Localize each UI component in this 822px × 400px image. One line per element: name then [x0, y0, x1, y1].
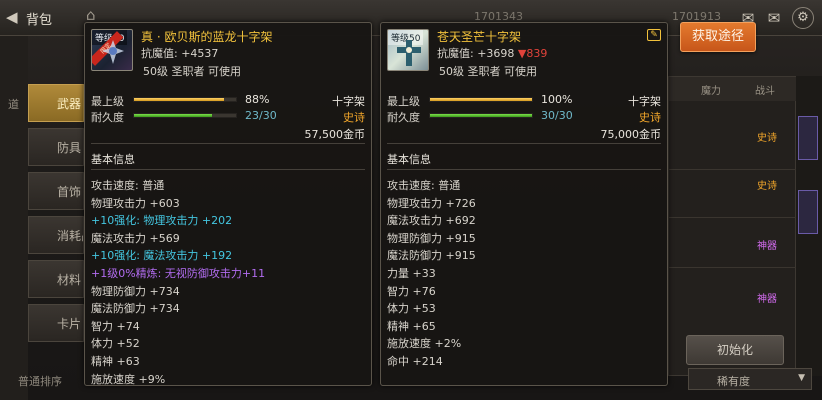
top-level-value: 88% — [245, 93, 270, 106]
resist-diff: ▼839 — [517, 47, 548, 60]
list-header: 魔力 战斗 — [669, 77, 797, 101]
stat-line: 精神 +63 — [91, 355, 140, 368]
stat-line: +10强化: 物理攻击力 +202 — [91, 214, 233, 228]
stat-line: 智力 +76 — [387, 284, 436, 298]
stat-line: 智力 +74 — [91, 319, 140, 333]
mail-icon[interactable]: ✉ — [764, 9, 784, 27]
item-name: 真 · 欧贝斯的蓝龙十字架 — [141, 30, 273, 44]
equipped-item-tooltip: 等级30 限定 真 · 欧贝斯的蓝龙十字架 抗魔值: +4537 50级 圣职者… — [84, 22, 372, 386]
tab-armor[interactable]: 防具 — [28, 128, 84, 166]
dragon-cross-icon: 等级30 限定 — [91, 29, 133, 71]
durability-bar — [429, 113, 533, 118]
stat-line: 攻击速度: 普通 — [387, 179, 461, 192]
edit-icon[interactable]: ✎ — [647, 29, 661, 41]
stat-line: 施放速度 +2% — [387, 337, 462, 351]
top-level-label: 最上级 — [387, 95, 420, 108]
list-row-grade: 史诗 — [757, 133, 777, 144]
list-header-magic: 魔力 — [701, 86, 721, 97]
divider — [91, 143, 365, 144]
heavenly-cross-icon: 等级50 — [387, 29, 429, 71]
top-level-bar-fill — [430, 98, 532, 101]
stat-line: 力量 +33 — [387, 267, 436, 280]
chevron-down-icon: ▼ — [798, 373, 805, 383]
section-title: 基本信息 — [91, 153, 135, 166]
item-price: 57,500金币 — [304, 128, 366, 141]
item-requirement: 50级 圣职者 可使用 — [439, 65, 537, 78]
rarity-select[interactable]: 稀有度 ▼ — [688, 368, 812, 390]
list-divider — [669, 169, 797, 170]
top-level-label: 最上级 — [91, 95, 124, 108]
acquire-source-button[interactable]: 获取途径 — [680, 22, 756, 52]
tab-card[interactable]: 卡片 — [28, 304, 84, 342]
item-price: 75,000金币 — [600, 128, 662, 141]
stat-line: 攻击速度: 普通 — [91, 179, 165, 192]
item-resist-value: 抗魔值: +4537 — [141, 45, 218, 61]
stat-line: 精神 +65 — [387, 319, 436, 333]
tab-accessory[interactable]: 首饰 — [28, 172, 84, 210]
heavenly-cross-art — [397, 40, 421, 66]
list-row-grade: 史诗 — [757, 181, 777, 192]
stat-line: 物理防御力 +915 — [387, 231, 476, 245]
compared-item-tooltip: 等级50 苍天圣芒十字架 抗魔值: +3698 ▼839 50级 圣职者 可使用… — [380, 22, 668, 386]
top-level-value: 100% — [541, 93, 573, 106]
divider — [387, 143, 661, 144]
item-grade: 史诗 — [343, 111, 365, 124]
stat-line: 物理攻击力 +603 — [91, 196, 180, 210]
resist-text: 抗魔值: +4537 — [141, 47, 219, 60]
item-type: 十字架 — [332, 95, 365, 108]
list-row-grade: 神器 — [757, 241, 777, 252]
durability-bar-fill — [134, 114, 213, 117]
item-list-panel: 魔力 战斗 史诗 史诗 神器 神器 — [668, 76, 797, 376]
divider — [387, 169, 661, 170]
dragon-cross-art — [102, 40, 124, 64]
divider — [91, 169, 365, 170]
top-level-bar-fill — [134, 98, 224, 101]
category-sidebar: 武器 防具 首饰 消耗品 材料 卡片 — [0, 76, 84, 400]
durability-bar-fill — [430, 114, 532, 117]
durability-value: 30/30 — [541, 109, 573, 122]
stat-line: 体力 +53 — [387, 302, 436, 316]
list-header-combat: 战斗 — [755, 86, 775, 97]
initialize-button[interactable]: 初始化 — [686, 335, 784, 365]
rarity-select-value: 稀有度 — [717, 375, 750, 388]
item-name: 苍天圣芒十字架 — [437, 30, 522, 44]
sort-label[interactable]: 普通排序 — [18, 373, 62, 389]
item-type: 十字架 — [628, 95, 661, 108]
list-row-grade: 神器 — [757, 294, 777, 305]
item-thumbnail[interactable] — [798, 190, 818, 234]
stat-line: 魔法防御力 +915 — [387, 249, 476, 263]
item-thumbnail[interactable] — [798, 116, 818, 160]
durability-bar — [133, 113, 237, 118]
list-divider — [669, 217, 797, 218]
stat-line: 体力 +52 — [91, 337, 140, 351]
stat-line: +1级0%精炼: 无视防御攻击力+11 — [91, 267, 266, 280]
list-divider — [669, 267, 797, 268]
durability-label: 耐久度 — [387, 111, 420, 124]
gear-icon[interactable]: ⚙ — [792, 7, 814, 29]
section-title: 基本信息 — [387, 153, 431, 166]
item-requirement: 50级 圣职者 可使用 — [143, 65, 241, 78]
tab-material[interactable]: 材料 — [28, 260, 84, 298]
tab-weapon[interactable]: 武器 — [28, 84, 84, 122]
top-level-bar — [429, 97, 533, 102]
item-grade: 史诗 — [639, 111, 661, 124]
top-level-bar — [133, 97, 237, 102]
page-title: 背包 — [26, 13, 53, 28]
stat-line: 命中 +214 — [387, 355, 443, 368]
back-arrow-icon[interactable]: ◀ — [6, 8, 18, 26]
stat-line: 施放速度 +9% — [91, 372, 166, 386]
item-resist-value: 抗魔值: +3698 ▼839 — [437, 45, 547, 61]
tab-consumable[interactable]: 消耗品 — [28, 216, 84, 254]
stat-line: 魔法防御力 +734 — [91, 302, 180, 316]
durability-value: 23/30 — [245, 109, 277, 122]
stat-line: 魔法攻击力 +692 — [387, 214, 476, 228]
stat-line: +10强化: 魔法攻击力 +192 — [91, 249, 233, 263]
stat-line: 物理攻击力 +726 — [387, 196, 476, 210]
durability-label: 耐久度 — [91, 111, 124, 124]
stat-line: 魔法攻击力 +569 — [91, 231, 180, 245]
resist-text: 抗魔值: +3698 — [437, 47, 515, 60]
stat-line: 物理防御力 +734 — [91, 284, 180, 298]
